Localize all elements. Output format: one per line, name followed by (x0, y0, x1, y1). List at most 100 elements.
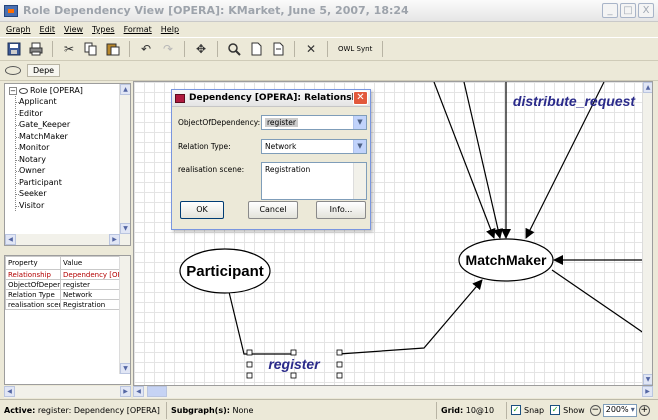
property-value[interactable]: Registration (60, 299, 121, 310)
relationship-label-distribute[interactable]: distribute_request (513, 93, 636, 109)
menu-edit[interactable]: Edit (40, 25, 56, 34)
edge-top-mid[interactable] (463, 82, 503, 239)
close-button[interactable]: X (638, 3, 654, 18)
column-header-property[interactable]: Property (5, 256, 61, 270)
dialog-close-icon[interactable]: ✕ (353, 91, 368, 105)
scroll-thumb[interactable] (147, 386, 167, 397)
property-value[interactable]: Network (60, 289, 121, 300)
tree-vertical-scrollbar[interactable]: ▲ ▼ (119, 84, 130, 245)
edge-register-matchmaker[interactable] (338, 279, 483, 355)
property-name[interactable]: Relationship (5, 269, 61, 280)
sub-toolbar: Depe (0, 61, 658, 81)
object-of-dependency-select[interactable]: register ▼ (261, 115, 367, 130)
scroll-left-icon[interactable]: ◀ (133, 386, 144, 397)
scroll-left-icon[interactable]: ◀ (4, 386, 15, 397)
tree-item-applicant[interactable]: Applicant (16, 96, 70, 108)
tree-item-editor[interactable]: Editor (16, 108, 70, 120)
tree-item-notary[interactable]: Notary (16, 154, 70, 166)
table-row[interactable]: ObjectOfDependency register (5, 279, 121, 290)
scroll-up-icon[interactable]: ▲ (643, 82, 652, 93)
zoom-out-icon[interactable]: − (589, 404, 601, 416)
redo-icon[interactable]: ↷ (159, 40, 177, 58)
scroll-right-icon[interactable]: ▶ (109, 234, 120, 245)
page-icon[interactable] (269, 40, 287, 58)
property-name[interactable]: realisation scene (5, 299, 61, 310)
tree-item-visitor[interactable]: Visitor (16, 200, 70, 212)
tab-dependency[interactable]: Depe (27, 64, 61, 77)
menu-help[interactable]: Help (161, 25, 179, 34)
snap-toggle[interactable]: ✓ Snap (507, 402, 546, 419)
tree-root-label: Role [OPERA] (30, 86, 83, 95)
paste-icon[interactable] (104, 40, 122, 58)
status-active-label: Active: (4, 405, 36, 415)
scroll-right-icon[interactable]: ▶ (642, 386, 653, 397)
scroll-left-icon[interactable]: ◀ (5, 234, 16, 245)
snap-checkbox[interactable]: ✓ (511, 405, 521, 415)
tree-item-monitor[interactable]: Monitor (16, 142, 70, 154)
table-row[interactable]: Relationship Dependency [OPERA] (5, 269, 121, 280)
tree-item-seeker[interactable]: Seeker (16, 188, 70, 200)
relationship-label-register[interactable]: register (268, 356, 321, 372)
tree-item-matchmaker[interactable]: MatchMaker (16, 131, 70, 143)
owl-sync-button[interactable]: OWL Synt (335, 45, 375, 53)
print-icon[interactable] (27, 40, 45, 58)
zoom-icon[interactable] (225, 40, 243, 58)
move-icon[interactable]: ✥ (192, 40, 210, 58)
textarea-scrollbar[interactable] (353, 163, 366, 199)
minimize-button[interactable]: _ (602, 3, 618, 18)
tree-item-gate-keeper[interactable]: Gate_Keeper (16, 119, 70, 131)
role-icon (19, 87, 28, 94)
menu-types[interactable]: Types (92, 25, 115, 34)
info-button[interactable]: Info... (316, 201, 366, 219)
menu-view[interactable]: View (64, 25, 83, 34)
ok-button[interactable]: OK (180, 201, 224, 219)
zoom-select[interactable]: 200% (602, 403, 637, 417)
tree-item-participant[interactable]: Participant (16, 177, 70, 189)
undo-icon[interactable]: ↶ (137, 40, 155, 58)
chevron-down-icon[interactable]: ▼ (353, 116, 366, 129)
column-header-value[interactable]: Value (60, 256, 121, 270)
properties-horizontal-scrollbar[interactable]: ◀ ▶ (4, 386, 131, 398)
tree-root[interactable]: − Role [OPERA] (9, 86, 83, 95)
edge-participant-register[interactable] (228, 291, 292, 355)
role-oval-icon[interactable] (5, 66, 21, 75)
cancel-button[interactable]: Cancel (248, 201, 298, 219)
canvas-vertical-scrollbar[interactable]: ▲ ▼ (642, 82, 652, 385)
chevron-down-icon[interactable]: ▼ (353, 140, 366, 153)
tree-item-owner[interactable]: Owner (16, 165, 70, 177)
maximize-button[interactable]: □ (620, 3, 636, 18)
status-bar: Active: register: Dependency [OPERA] Sub… (0, 399, 658, 420)
realisation-scene-textarea[interactable]: Registration (261, 162, 367, 200)
relation-type-select[interactable]: Network ▼ (261, 139, 367, 154)
show-toggle[interactable]: ✓ Show (546, 402, 587, 419)
menu-format[interactable]: Format (124, 25, 152, 34)
title-bar: Role Dependency View [OPERA]: KMarket, J… (0, 0, 658, 22)
new-page-icon[interactable] (247, 40, 265, 58)
menu-graph[interactable]: Graph (6, 25, 31, 34)
scroll-down-icon[interactable]: ▼ (120, 363, 130, 374)
scroll-down-icon[interactable]: ▼ (643, 374, 652, 385)
dialog-title-bar[interactable]: Dependency [OPERA]: Relationship ✕ (172, 90, 370, 107)
property-name[interactable]: ObjectOfDependency (5, 279, 61, 290)
property-value[interactable]: register (60, 279, 121, 290)
edge-top-left[interactable] (433, 82, 496, 239)
show-checkbox[interactable]: ✓ (550, 405, 561, 415)
edge-bottom-right[interactable] (551, 269, 653, 340)
tree-horizontal-scrollbar[interactable]: ◀ ▶ (5, 234, 120, 245)
property-vertical-scrollbar[interactable]: ▼ (119, 256, 130, 374)
copy-icon[interactable] (82, 40, 100, 58)
cut-icon[interactable]: ✂ (60, 40, 78, 58)
zoom-in-icon[interactable]: + (638, 404, 650, 416)
scroll-up-icon[interactable]: ▲ (120, 84, 130, 95)
save-icon[interactable] (5, 40, 23, 58)
scroll-down-icon[interactable]: ▼ (120, 223, 130, 234)
property-name[interactable]: Relation Type (5, 289, 61, 300)
table-row[interactable]: realisation scene Registration (5, 299, 121, 310)
property-value[interactable]: Dependency [OPERA] (60, 269, 121, 280)
scroll-right-icon[interactable]: ▶ (120, 386, 131, 397)
status-active-value: register: Dependency [OPERA] (37, 405, 160, 415)
collapse-icon[interactable]: − (9, 86, 17, 95)
delete-icon[interactable]: ✕ (302, 40, 320, 58)
table-row[interactable]: Relation Type Network (5, 289, 121, 300)
canvas-horizontal-scrollbar[interactable]: ◀ ▶ (133, 386, 653, 398)
